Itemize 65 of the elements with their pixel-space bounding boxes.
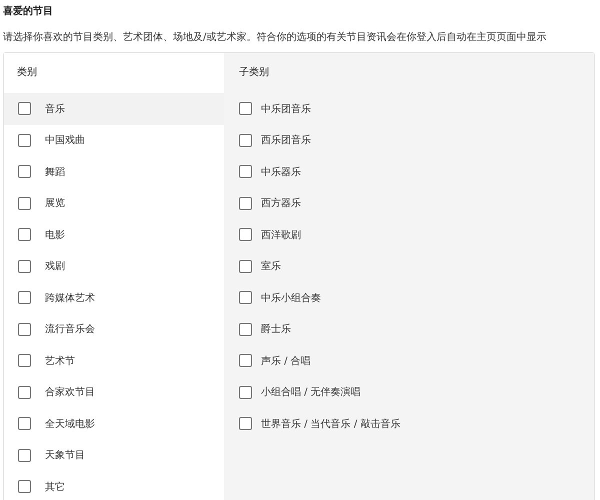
checkbox[interactable] [18, 417, 31, 430]
checkbox[interactable] [18, 228, 31, 242]
checkbox[interactable] [18, 260, 31, 273]
checkbox[interactable] [18, 196, 31, 210]
section-title: 喜爱的节目 [2, 4, 54, 19]
subcategory-label: 爵士乐 [261, 322, 291, 336]
checkbox[interactable] [239, 228, 252, 242]
category-label: 艺术节 [45, 354, 75, 368]
category-item[interactable]: 展览 [4, 188, 224, 219]
checkbox[interactable] [239, 165, 252, 178]
category-label: 电影 [45, 228, 65, 242]
subcategory-label: 声乐 / 合唱 [261, 354, 311, 368]
checkbox[interactable] [239, 322, 252, 336]
checkbox[interactable] [18, 322, 31, 336]
category-label: 其它 [45, 480, 65, 494]
subcategory-label: 小组合唱 / 无伴奏演唱 [261, 386, 361, 400]
column-heading: 类别 [16, 66, 38, 80]
category-label: 戏剧 [45, 260, 65, 274]
checkbox[interactable] [239, 102, 252, 116]
subcategory-label: 西洋歌剧 [261, 228, 301, 242]
category-label: 全天域电影 [45, 418, 95, 431]
category-item[interactable]: 舞蹈 [4, 156, 224, 188]
checkbox[interactable] [18, 102, 31, 116]
checkbox[interactable] [239, 134, 252, 147]
subcategory-label: 西乐团音乐 [261, 134, 311, 148]
category-item[interactable]: 天象节目 [4, 440, 224, 471]
checkbox[interactable] [18, 480, 31, 494]
checkbox[interactable] [239, 417, 252, 430]
category-label: 中国戏曲 [45, 134, 85, 148]
description-text: 请选择你喜欢的节目类别、艺术团体、场地及/或艺术家。符合你的选项的有关节目资讯会在你登入后自动在主页页面中显示 [2, 30, 548, 45]
checkbox[interactable] [239, 291, 252, 304]
category-label: 音乐 [45, 102, 65, 116]
subcategory-label: 西方器乐 [261, 196, 301, 210]
category-item[interactable]: 跨媒体艺术 [4, 282, 224, 314]
category-item[interactable]: 流行音乐会 [4, 314, 224, 345]
subcategory-label: 室乐 [261, 260, 281, 274]
category-label: 流行音乐会 [45, 322, 95, 336]
checkbox[interactable] [239, 196, 252, 210]
category-item[interactable]: 全天域电影 [4, 408, 224, 440]
category-item[interactable]: 艺术节 [4, 345, 224, 376]
category-item[interactable]: 合家欢节目 [4, 376, 224, 408]
subcategory-label: 中乐器乐 [261, 166, 301, 179]
category-label: 舞蹈 [45, 166, 65, 179]
checkbox[interactable] [18, 354, 31, 368]
checkbox[interactable] [18, 386, 31, 399]
subcategory-label: 中乐团音乐 [261, 102, 311, 116]
category-item[interactable]: 音乐 [4, 93, 224, 124]
checkbox[interactable] [18, 448, 31, 462]
checkbox[interactable] [239, 386, 252, 399]
column-heading: 子类别 [239, 66, 270, 80]
checkbox[interactable] [239, 354, 252, 368]
checkbox[interactable] [18, 134, 31, 147]
category-item[interactable]: 中国戏曲 [4, 124, 224, 156]
subcategory-label: 中乐小组合奏 [261, 292, 321, 305]
category-item[interactable]: 其它 [4, 471, 224, 500]
category-item[interactable]: 电影 [4, 219, 224, 250]
category-item[interactable]: 戏剧 [4, 250, 224, 282]
subcategory-label: 世界音乐 / 当代音乐 / 敲击音乐 [261, 418, 400, 431]
checkbox[interactable] [18, 291, 31, 304]
category-label: 合家欢节目 [45, 386, 95, 400]
checkbox[interactable] [18, 165, 31, 178]
checkbox[interactable] [239, 260, 252, 273]
category-label: 跨媒体艺术 [45, 292, 95, 305]
category-label: 天象节目 [45, 448, 85, 462]
category-label: 展览 [45, 197, 65, 210]
